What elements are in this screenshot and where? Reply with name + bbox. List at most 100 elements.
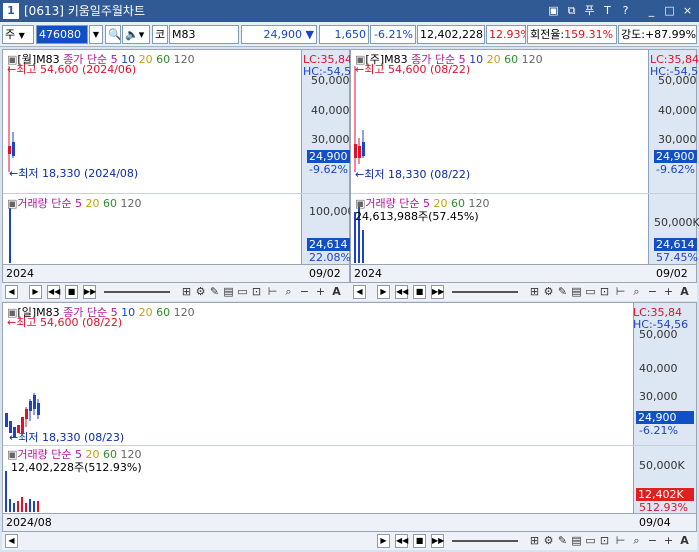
code-dropdown-icon[interactable]: ▼ bbox=[89, 25, 103, 44]
daily-candle bbox=[5, 413, 8, 427]
draw-icon[interactable]: ✎ bbox=[208, 285, 221, 299]
font-size-icon[interactable]: A bbox=[678, 285, 691, 299]
zoom-out-icon[interactable]: − bbox=[646, 285, 659, 299]
stock-name: M83 bbox=[169, 25, 239, 44]
layout-icon[interactable]: ⊡ bbox=[598, 534, 611, 548]
volume-pct-field: 12.93% bbox=[486, 25, 526, 44]
market-select[interactable]: 주 ▼ bbox=[2, 25, 34, 44]
forward-button[interactable]: ▶▶ bbox=[431, 534, 444, 548]
monthly-candle-1 bbox=[8, 146, 11, 154]
window-number: 1 bbox=[3, 3, 19, 19]
weekly-vol-tick: 50,000K bbox=[654, 216, 699, 229]
monthly-chart-panel: ▣[월]M83 종가 단순 5 10 20 60 120 ←최고 54,600 … bbox=[2, 49, 355, 283]
daily-vol-legend: ▣거래량 단순 5 20 60 120 bbox=[7, 448, 142, 461]
zoom-search-icon[interactable]: ⌕ bbox=[282, 285, 295, 299]
pin-icon[interactable]: 푸 bbox=[582, 3, 597, 18]
close-icon[interactable]: × bbox=[680, 3, 695, 18]
zoom-search-icon[interactable]: ⌕ bbox=[630, 534, 643, 548]
window-icon[interactable]: ▭ bbox=[236, 285, 249, 299]
weekly-ytick: 30,000 bbox=[658, 133, 697, 146]
monthly-x-axis: 2024 09/02 bbox=[3, 264, 349, 282]
zoom-in-icon[interactable]: + bbox=[662, 285, 675, 299]
daily-vol-bar bbox=[33, 501, 35, 512]
play-button[interactable]: ▶ bbox=[29, 285, 42, 299]
monthly-ytick: 40,000 bbox=[311, 104, 350, 117]
layout-icon[interactable]: ⊡ bbox=[598, 285, 611, 299]
zoom-slider[interactable] bbox=[452, 291, 518, 293]
rewind-button[interactable]: ◀◀ bbox=[47, 285, 60, 299]
code-input[interactable]: 476080 bbox=[36, 25, 88, 44]
window-icon[interactable]: ▭ bbox=[584, 285, 597, 299]
weekly-pct-tag: -9.62% bbox=[656, 163, 695, 176]
zoom-out-icon[interactable]: − bbox=[298, 285, 311, 299]
copy-window-icon[interactable]: ⧉ bbox=[564, 3, 579, 18]
rewind-button[interactable]: ◀◀ bbox=[395, 534, 408, 548]
weekly-chart-controls: ◀ ▶ ◀◀ ■ ▶▶ ⊞ ⚙ ✎ ▤ ▭ ⊡ ⊢ ⌕ − + A bbox=[350, 283, 697, 301]
settings-icon[interactable]: ⚙ bbox=[542, 534, 555, 548]
font-size-icon[interactable]: A bbox=[678, 534, 691, 548]
settings-icon[interactable]: ⚙ bbox=[542, 285, 555, 299]
stop-button[interactable]: ■ bbox=[413, 534, 426, 548]
daily-vol-bar bbox=[37, 501, 39, 512]
stop-button[interactable]: ■ bbox=[65, 285, 78, 299]
code-prefix: 코 bbox=[152, 25, 168, 44]
chart-type-icon[interactable]: ⊞ bbox=[180, 285, 193, 299]
zoom-slider[interactable] bbox=[452, 540, 518, 542]
weekly-x-left: 2024 bbox=[354, 267, 382, 280]
weekly-candle-1 bbox=[354, 144, 357, 158]
layout-icon[interactable]: ⊡ bbox=[250, 285, 263, 299]
daily-chart-controls: ◀ ▶ ◀◀ ■ ▶▶ ⊞ ⚙ ✎ ▤ ▭ ⊡ ⊢ ⌕ − + A bbox=[2, 532, 697, 550]
stop-button[interactable]: ■ bbox=[413, 285, 426, 299]
maximize-icon[interactable]: □ bbox=[662, 3, 677, 18]
chart-type-icon[interactable]: ⊞ bbox=[528, 534, 541, 548]
daily-candle bbox=[29, 401, 32, 411]
play-button[interactable]: ▶ bbox=[377, 534, 390, 548]
font-size-icon[interactable]: A bbox=[330, 285, 343, 299]
window-icon[interactable]: ▭ bbox=[584, 534, 597, 548]
zoom-out-icon[interactable]: − bbox=[646, 534, 659, 548]
volume-field: 12,402,228 bbox=[417, 25, 485, 44]
search-icon[interactable]: 🔍 bbox=[105, 25, 121, 44]
scroll-left-button[interactable]: ◀ bbox=[5, 534, 18, 548]
scroll-left-button[interactable]: ◀ bbox=[353, 285, 366, 299]
weekly-ytick: 50,000 bbox=[658, 74, 697, 87]
cursor-icon[interactable]: ⊢ bbox=[266, 285, 279, 299]
weekly-ytick: 40,000 bbox=[658, 104, 697, 117]
monthly-ytick: 30,000 bbox=[311, 133, 350, 146]
weekly-vol-tag: 24,614 bbox=[654, 238, 697, 251]
daily-vol-bar bbox=[5, 471, 7, 512]
turnover-field: 회전율:159.31% bbox=[527, 25, 617, 44]
daily-candle bbox=[25, 409, 28, 419]
draw-icon[interactable]: ✎ bbox=[556, 285, 569, 299]
monthly-x-right: 09/02 bbox=[309, 267, 341, 280]
text-icon[interactable]: T bbox=[600, 3, 615, 18]
help-icon[interactable]: ? bbox=[618, 3, 633, 18]
scroll-left-button[interactable]: ◀ bbox=[5, 285, 18, 299]
minimize-icon[interactable]: _ bbox=[644, 3, 659, 18]
cursor-icon[interactable]: ⊢ bbox=[614, 534, 627, 548]
grid-icon[interactable]: ▤ bbox=[570, 285, 583, 299]
grid-icon[interactable]: ▤ bbox=[222, 285, 235, 299]
zoom-in-icon[interactable]: + bbox=[314, 285, 327, 299]
rewind-button[interactable]: ◀◀ bbox=[395, 285, 408, 299]
weekly-vol-pct: 57.45% bbox=[656, 251, 698, 264]
forward-button[interactable]: ▶▶ bbox=[431, 285, 444, 299]
forward-button[interactable]: ▶▶ bbox=[83, 285, 96, 299]
zoom-search-icon[interactable]: ⌕ bbox=[630, 285, 643, 299]
zoom-in-icon[interactable]: + bbox=[662, 534, 675, 548]
zoom-slider[interactable] bbox=[104, 291, 170, 293]
grid-icon[interactable]: ▤ bbox=[570, 534, 583, 548]
screen-icon[interactable]: ▣ bbox=[546, 3, 561, 18]
daily-x-right: 09/04 bbox=[639, 516, 671, 529]
speaker-icon[interactable]: 🔈▾ bbox=[122, 25, 150, 44]
settings-icon[interactable]: ⚙ bbox=[194, 285, 207, 299]
play-button[interactable]: ▶ bbox=[377, 285, 390, 299]
daily-vol-text: 12,402,228주(512.93%) bbox=[11, 461, 142, 474]
daily-vol-bar bbox=[17, 501, 19, 512]
draw-icon[interactable]: ✎ bbox=[556, 534, 569, 548]
monthly-vol-legend: ▣거래량 단순 5 20 60 120 bbox=[7, 197, 142, 210]
chart-type-icon[interactable]: ⊞ bbox=[528, 285, 541, 299]
cursor-icon[interactable]: ⊢ bbox=[614, 285, 627, 299]
daily-ytick: 40,000 bbox=[639, 362, 678, 375]
weekly-chart-panel: ▣[주]M83 종가 단순 5 10 20 60 120 ←최고 54,600 … bbox=[350, 49, 699, 283]
